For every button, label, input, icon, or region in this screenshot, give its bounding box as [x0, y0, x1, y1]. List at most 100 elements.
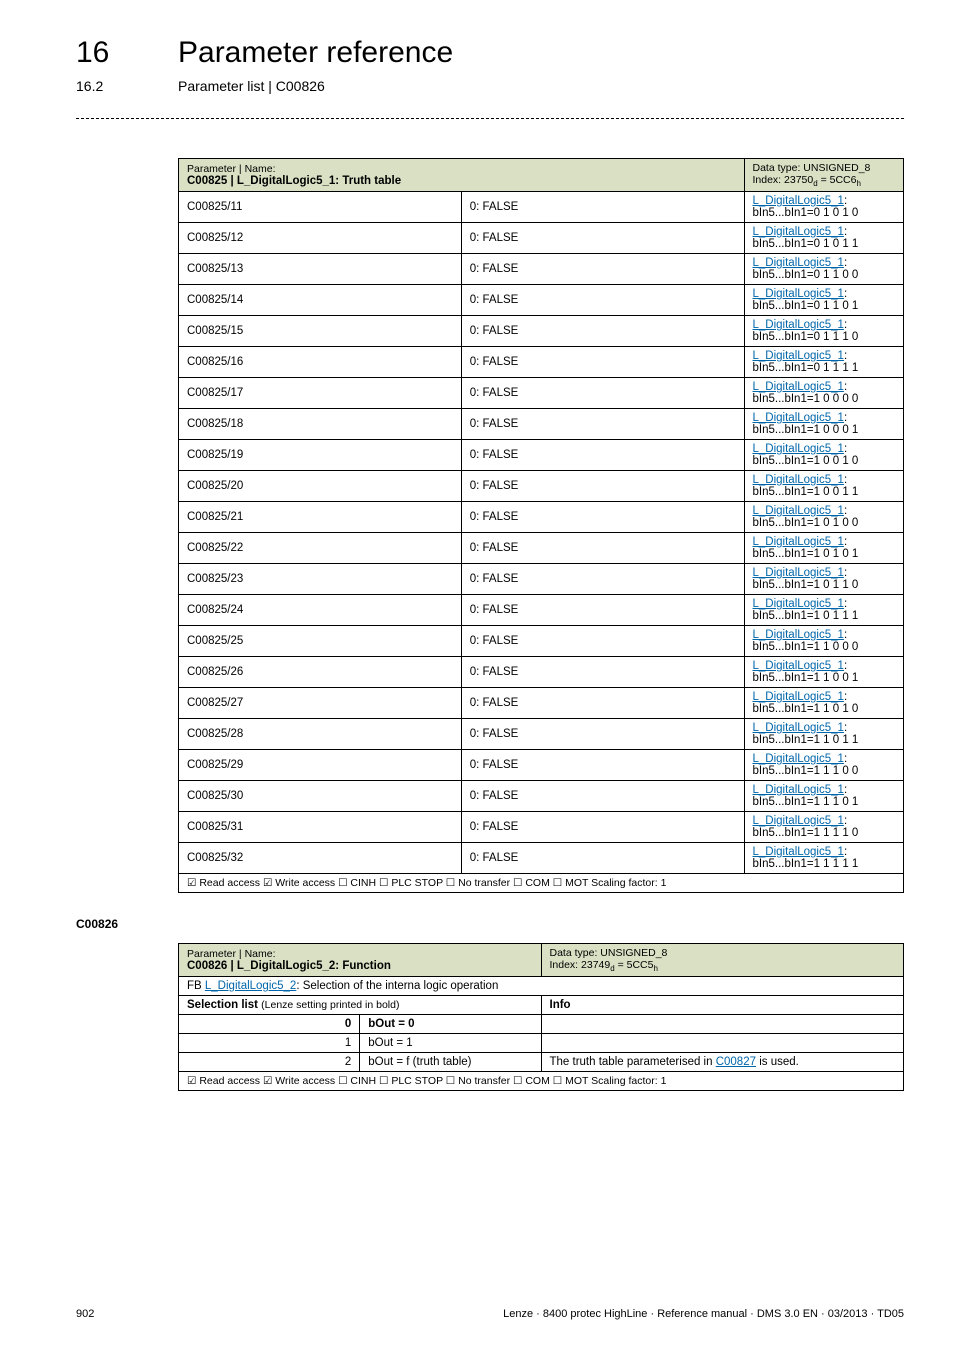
table-row: C00825/220: FALSEL_DigitalLogic5_1: bIn5… — [179, 533, 904, 564]
param-desc: L_DigitalLogic5_1: bIn5...bIn1=1 0 0 0 1 — [744, 409, 904, 440]
info-label: Info — [550, 999, 571, 1011]
table-row: C00825/240: FALSEL_DigitalLogic5_1: bIn5… — [179, 595, 904, 626]
param-value: 0: FALSE — [461, 502, 744, 533]
param-desc: L_DigitalLogic5_1: bIn5...bIn1=0 1 0 1 1 — [744, 223, 904, 254]
desc-link[interactable]: L_DigitalLogic5_1 — [753, 660, 844, 672]
param-desc: L_DigitalLogic5_1: bIn5...bIn1=1 1 0 1 1 — [744, 719, 904, 750]
desc-link[interactable]: L_DigitalLogic5_1 — [753, 443, 844, 455]
table-row: C00825/180: FALSEL_DigitalLogic5_1: bIn5… — [179, 409, 904, 440]
truth-table: Parameter | Name: C00825 | L_DigitalLogi… — [178, 158, 904, 893]
desc-link[interactable]: L_DigitalLogic5_1 — [753, 815, 844, 827]
table-row: C00825/110: FALSEL_DigitalLogic5_1: bIn5… — [179, 192, 904, 223]
param-desc: L_DigitalLogic5_1: bIn5...bIn1=0 1 1 1 1 — [744, 347, 904, 378]
param-name: C00825 | L_DigitalLogic5_1: Truth table — [187, 175, 401, 187]
info-pre: The truth table parameterised in — [550, 1056, 716, 1068]
chapter-title: Parameter reference — [178, 36, 453, 70]
param-code: C00825/21 — [179, 502, 462, 533]
section-number: 16.2 — [76, 78, 103, 94]
param-value: 0: FALSE — [461, 657, 744, 688]
table-row: C00825/290: FALSEL_DigitalLogic5_1: bIn5… — [179, 750, 904, 781]
sel-value: bOut = 1 — [360, 1034, 541, 1053]
param-desc: L_DigitalLogic5_1: bIn5...bIn1=1 0 0 1 1 — [744, 471, 904, 502]
param-desc: L_DigitalLogic5_1: bIn5...bIn1=1 0 0 1 0 — [744, 440, 904, 471]
desc-link[interactable]: L_DigitalLogic5_1 — [753, 350, 844, 362]
param-label: Parameter | Name: — [187, 163, 276, 175]
desc-link[interactable]: L_DigitalLogic5_1 — [753, 722, 844, 734]
param-value: 0: FALSE — [461, 316, 744, 347]
param-code: C00825/31 — [179, 812, 462, 843]
selection-list-label: Selection list — [187, 999, 261, 1011]
param-value: 0: FALSE — [461, 564, 744, 595]
param-code: C00825/13 — [179, 254, 462, 285]
desc-link[interactable]: L_DigitalLogic5_1 — [753, 505, 844, 517]
desc-link[interactable]: L_DigitalLogic5_1 — [753, 288, 844, 300]
desc-link[interactable]: L_DigitalLogic5_1 — [753, 226, 844, 238]
page-number: 902 — [76, 1308, 94, 1320]
param-value: 0: FALSE — [461, 812, 744, 843]
param-desc: L_DigitalLogic5_1: bIn5...bIn1=0 1 1 0 1 — [744, 285, 904, 316]
param-desc: L_DigitalLogic5_1: bIn5...bIn1=1 0 1 1 0 — [744, 564, 904, 595]
param-desc: L_DigitalLogic5_1: bIn5...bIn1=1 1 0 0 0 — [744, 626, 904, 657]
chapter-number: 16 — [76, 36, 109, 70]
table-row: C00825/170: FALSEL_DigitalLogic5_1: bIn5… — [179, 378, 904, 409]
table-row: C00825/200: FALSEL_DigitalLogic5_1: bIn5… — [179, 471, 904, 502]
table-row: C00825/250: FALSEL_DigitalLogic5_1: bIn5… — [179, 626, 904, 657]
desc-link[interactable]: L_DigitalLogic5_1 — [753, 257, 844, 269]
sel-info — [541, 1015, 904, 1034]
desc-link[interactable]: L_DigitalLogic5_1 — [753, 195, 844, 207]
table-row: C00825/280: FALSEL_DigitalLogic5_1: bIn5… — [179, 719, 904, 750]
table-row: 2bOut = f (truth table)The truth table p… — [179, 1053, 904, 1072]
desc-link[interactable]: L_DigitalLogic5_1 — [753, 319, 844, 331]
desc-link[interactable]: L_DigitalLogic5_1 — [753, 784, 844, 796]
table-row: C00825/230: FALSEL_DigitalLogic5_1: bIn5… — [179, 564, 904, 595]
selection-list-note: (Lenze setting printed in bold) — [261, 999, 399, 1011]
param-desc: L_DigitalLogic5_1: bIn5...bIn1=0 1 0 1 0 — [744, 192, 904, 223]
desc-link[interactable]: L_DigitalLogic5_1 — [753, 629, 844, 641]
param-value: 0: FALSE — [461, 440, 744, 471]
desc-link[interactable]: L_DigitalLogic5_1 — [753, 536, 844, 548]
table-row: C00825/300: FALSEL_DigitalLogic5_1: bIn5… — [179, 781, 904, 812]
param-desc: L_DigitalLogic5_1: bIn5...bIn1=0 1 1 0 0 — [744, 254, 904, 285]
desc-link[interactable]: L_DigitalLogic5_1 — [753, 753, 844, 765]
table-row: C00825/320: FALSEL_DigitalLogic5_1: bIn5… — [179, 843, 904, 874]
fb-suffix: : Selection of the interna logic operati… — [296, 980, 498, 992]
param-code: C00825/20 — [179, 471, 462, 502]
desc-link[interactable]: L_DigitalLogic5_1 — [753, 381, 844, 393]
desc-link[interactable]: L_DigitalLogic5_1 — [753, 567, 844, 579]
sel-value: bOut = 0 — [360, 1015, 541, 1034]
desc-link[interactable]: L_DigitalLogic5_1 — [753, 474, 844, 486]
param-code: C00825/18 — [179, 409, 462, 440]
param-value: 0: FALSE — [461, 223, 744, 254]
param-code: C00825/26 — [179, 657, 462, 688]
info-link[interactable]: C00827 — [716, 1056, 756, 1068]
param-label: Parameter | Name: — [187, 948, 276, 960]
param-desc: L_DigitalLogic5_1: bIn5...bIn1=1 1 1 1 1 — [744, 843, 904, 874]
param-desc: L_DigitalLogic5_1: bIn5...bIn1=1 0 1 0 1 — [744, 533, 904, 564]
fb-link[interactable]: L_DigitalLogic5_2 — [205, 980, 296, 992]
section-code: C00826 — [76, 917, 118, 931]
datatype-label: Data type: UNSIGNED_8 — [753, 162, 871, 174]
doc-footer: Lenze · 8400 protec HighLine · Reference… — [503, 1308, 904, 1320]
param-code: C00825/29 — [179, 750, 462, 781]
table-row: C00825/120: FALSEL_DigitalLogic5_1: bIn5… — [179, 223, 904, 254]
desc-link[interactable]: L_DigitalLogic5_1 — [753, 846, 844, 858]
param-value: 0: FALSE — [461, 750, 744, 781]
desc-link[interactable]: L_DigitalLogic5_1 — [753, 691, 844, 703]
table-row: C00825/140: FALSEL_DigitalLogic5_1: bIn5… — [179, 285, 904, 316]
access-footer: ☑ Read access ☑ Write access ☐ CINH ☐ PL… — [187, 877, 666, 889]
datatype-label: Data type: UNSIGNED_8 — [550, 947, 668, 959]
table-row: C00825/190: FALSEL_DigitalLogic5_1: bIn5… — [179, 440, 904, 471]
section-title: Parameter list | C00826 — [178, 78, 325, 94]
param-code: C00825/15 — [179, 316, 462, 347]
param-name: C00826 | L_DigitalLogic5_2: Function — [187, 960, 391, 972]
desc-link[interactable]: L_DigitalLogic5_1 — [753, 412, 844, 424]
sel-index: 1 — [179, 1034, 360, 1053]
param-code: C00825/12 — [179, 223, 462, 254]
param-code: C00825/30 — [179, 781, 462, 812]
param-desc: L_DigitalLogic5_1: bIn5...bIn1=1 1 1 0 1 — [744, 781, 904, 812]
table-row: C00825/260: FALSEL_DigitalLogic5_1: bIn5… — [179, 657, 904, 688]
sel-info: The truth table parameterised in C00827 … — [541, 1053, 904, 1072]
table-row: C00825/310: FALSEL_DigitalLogic5_1: bIn5… — [179, 812, 904, 843]
desc-link[interactable]: L_DigitalLogic5_1 — [753, 598, 844, 610]
table-row: C00825/130: FALSEL_DigitalLogic5_1: bIn5… — [179, 254, 904, 285]
